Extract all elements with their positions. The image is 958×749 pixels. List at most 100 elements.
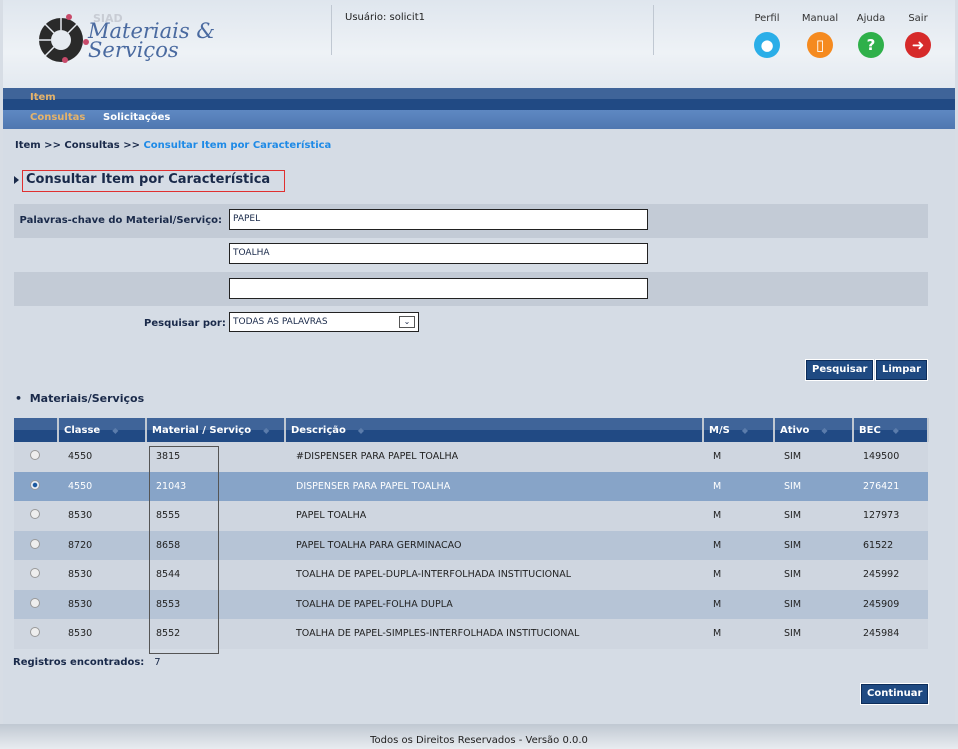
cell: SIM <box>774 589 853 619</box>
header: SIAD Materiais & Serviços Usuário: solici… <box>3 0 955 88</box>
app-name: Materiais & Serviços <box>88 19 216 62</box>
keyword-input-2[interactable]: TOALHA <box>229 243 648 264</box>
table-row[interactable]: 8530 8552 TOALHA DE PAPEL-SIMPLES-INTERFOL… <box>14 619 928 649</box>
menu-item[interactable]: Item <box>30 92 56 103</box>
cell: M <box>703 501 774 531</box>
cell: 149500 <box>853 442 928 472</box>
col-select <box>14 418 59 442</box>
col-classe[interactable]: Classe ◆ <box>58 418 147 442</box>
search-by-select[interactable]: TODAS AS PALAVRAS ⌄ <box>229 312 419 332</box>
keywords-label: Palavras-chave do Material/Serviço: <box>19 215 222 226</box>
cell: 4550 <box>58 471 146 501</box>
col-material[interactable]: Material / Serviço ◆ <box>146 418 286 442</box>
cell: TOALHA DE PAPEL-FOLHA DUPLA <box>285 589 703 619</box>
cell: M <box>703 589 774 619</box>
table-row[interactable]: 8530 8553 TOALHA DE PAPEL-FOLHA DUPLA M SIM 2… <box>14 589 928 619</box>
search-button[interactable]: Pesquisar <box>806 360 874 380</box>
cell: PAPEL TOALHA PARA GERMINACAO <box>285 530 703 560</box>
submenu-consultas[interactable]: Consultas <box>30 112 85 123</box>
col-ativo[interactable]: Ativo ◆ <box>774 418 854 442</box>
row-radio[interactable] <box>14 501 58 531</box>
cell: 245992 <box>853 560 928 590</box>
divider <box>653 5 654 55</box>
footer: Todos os Direitos Reservados - Versão 0.… <box>0 724 958 749</box>
page-title: Consultar Item por Característica <box>22 170 285 192</box>
cell: 8530 <box>58 560 146 590</box>
sort-icon: ◆ <box>892 425 899 435</box>
profile-icon: ● <box>754 32 780 58</box>
submenu-solicitacoes[interactable]: Solicitações <box>103 112 170 123</box>
breadcrumb: Item >> Consultas >> Consultar Item por … <box>15 140 332 151</box>
section-title: • Materiais/Serviços <box>15 392 145 405</box>
table-row[interactable]: 8720 8658 PAPEL TOALHA PARA GERMINACAO M SIM… <box>14 530 928 560</box>
row-radio[interactable] <box>14 471 58 501</box>
sub-menu: Consultas Solicitações <box>3 110 955 129</box>
cell: #DISPENSER PARA PAPEL TOALHA <box>285 442 703 472</box>
row-radio[interactable] <box>14 530 58 560</box>
cell: SIM <box>774 501 853 531</box>
cell: 245984 <box>853 619 928 649</box>
table-row[interactable]: 4550 21043 DISPENSER PARA PAPEL TOALHA M SIM… <box>14 471 928 501</box>
cell: M <box>703 560 774 590</box>
ajuda-button[interactable]: Ajuda? <box>846 13 896 58</box>
col-descricao[interactable]: Descrição ◆ <box>285 418 704 442</box>
cell: SIM <box>774 530 853 560</box>
clear-button[interactable]: Limpar <box>876 360 928 380</box>
row-radio[interactable] <box>14 442 58 472</box>
cell: 8552 <box>146 619 285 649</box>
sort-icon: ◆ <box>741 425 748 435</box>
exit-arrow-icon: ➜ <box>905 32 931 58</box>
sort-icon: ◆ <box>263 425 270 435</box>
divider <box>331 5 332 55</box>
breadcrumb-current[interactable]: Consultar Item por Característica <box>143 140 331 151</box>
continue-button[interactable]: Continuar <box>861 684 929 704</box>
cell: M <box>703 619 774 649</box>
cell: TOALHA DE PAPEL-DUPLA-INTERFOLHADA INSTI… <box>285 560 703 590</box>
col-ms[interactable]: M/S ◆ <box>703 418 775 442</box>
cell: 8553 <box>146 589 285 619</box>
cell: M <box>703 442 774 472</box>
cell: M <box>703 530 774 560</box>
sort-icon: ◆ <box>357 425 365 435</box>
table-row[interactable]: 8530 8555 PAPEL TOALHA M SIM 127973 <box>14 501 928 531</box>
row-radio[interactable] <box>14 619 58 649</box>
cell: SIM <box>774 619 853 649</box>
cell: 276421 <box>853 471 928 501</box>
cell: SIM <box>774 442 853 472</box>
cell: 245909 <box>853 589 928 619</box>
cell: SIM <box>774 560 853 590</box>
main-menu: Item <box>3 88 955 110</box>
table-row[interactable]: 8530 8544 TOALHA DE PAPEL-DUPLA-INTERFOLHA… <box>14 560 928 590</box>
perfil-button[interactable]: Perfil ● <box>742 13 792 58</box>
sort-icon: ◆ <box>112 425 119 435</box>
manual-button[interactable]: Manual ▯ <box>795 13 845 58</box>
cell: 21043 <box>146 471 285 501</box>
chevron-down-icon: ⌄ <box>399 316 415 328</box>
sair-button[interactable]: Sair ➜ <box>893 13 943 58</box>
keyword-input-1[interactable]: PAPEL <box>229 209 648 230</box>
cell: SIM <box>774 471 853 501</box>
sort-icon: ◆ <box>821 425 828 435</box>
cell: 8720 <box>58 530 146 560</box>
col-bec[interactable]: BEC ◆ <box>853 418 929 442</box>
keyword-input-3[interactable] <box>229 278 648 299</box>
cell: 3815 <box>146 442 285 472</box>
help-icon: ? <box>858 32 884 58</box>
cell: DISPENSER PARA PAPEL TOALHA <box>285 471 703 501</box>
cell: 8530 <box>58 501 146 531</box>
row-radio[interactable] <box>14 589 58 619</box>
user-label: Usuário: solicit1 <box>345 12 425 23</box>
cell: 127973 <box>853 501 928 531</box>
cell: 8555 <box>146 501 285 531</box>
cell: 8530 <box>58 619 146 649</box>
cell: PAPEL TOALHA <box>285 501 703 531</box>
cell: 8658 <box>146 530 285 560</box>
cell: 8544 <box>146 560 285 590</box>
page: SIAD Materiais & Serviços Usuário: solici… <box>3 0 955 724</box>
cell: 8530 <box>58 589 146 619</box>
records-found: Registros encontrados: 7 <box>13 657 161 668</box>
table-row[interactable]: 4550 3815 #DISPENSER PARA PAPEL TOALHA M SIM… <box>14 442 928 472</box>
row-radio[interactable] <box>14 560 58 590</box>
document-icon: ▯ <box>807 32 833 58</box>
results-table: Classe ◆ Material / Serviço ◆ Descrição ◆ M… <box>14 418 929 649</box>
